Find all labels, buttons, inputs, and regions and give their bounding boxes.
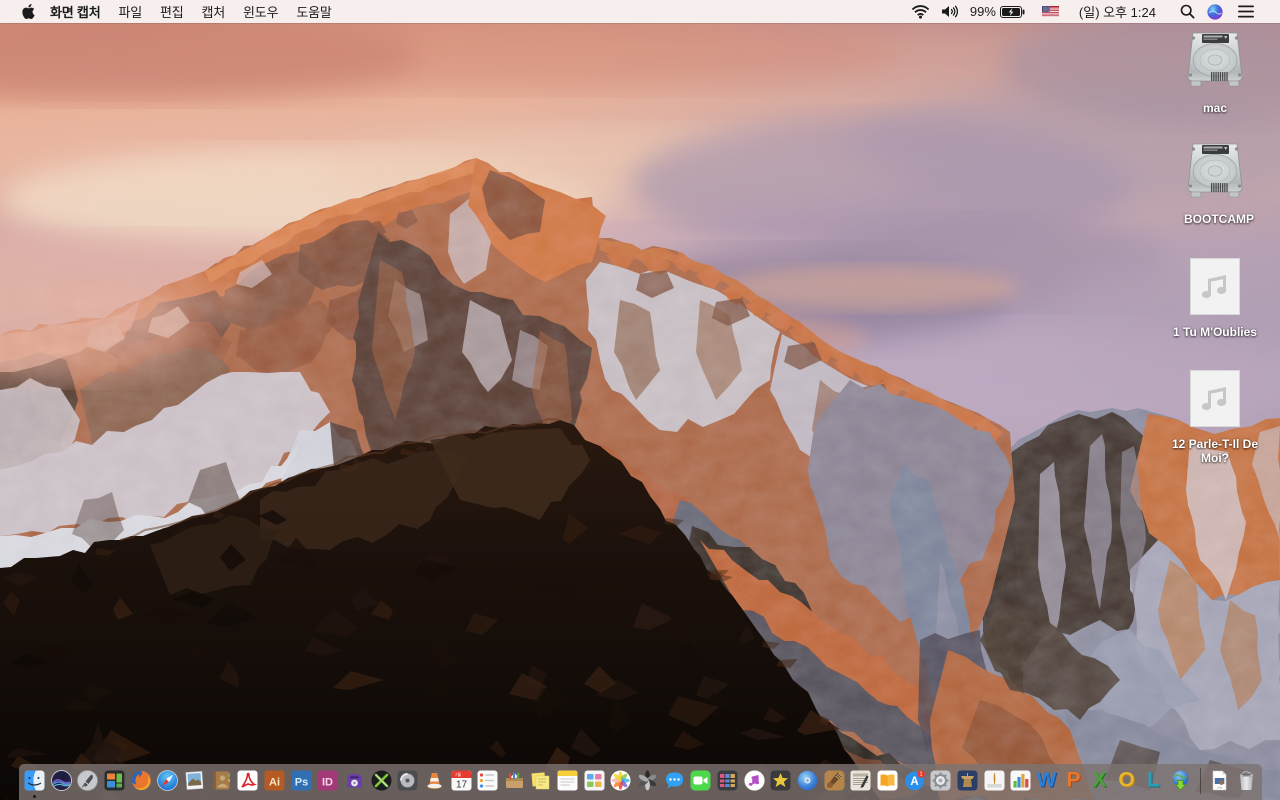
svg-text:ID: ID — [322, 776, 333, 788]
svg-text:7월: 7월 — [455, 771, 461, 777]
svg-text:P: P — [1066, 770, 1080, 791]
svg-text:1: 1 — [919, 771, 922, 777]
svg-text:17: 17 — [455, 779, 467, 790]
svg-text:Ai: Ai — [269, 776, 280, 788]
svg-text:Ps: Ps — [294, 776, 307, 788]
svg-text:L: L — [1147, 770, 1160, 791]
svg-text:m4a: m4a — [1216, 785, 1222, 789]
svg-text:X: X — [1093, 770, 1107, 791]
svg-text:A: A — [910, 776, 918, 788]
svg-text:O: O — [1118, 770, 1134, 791]
svg-text:W: W — [1037, 770, 1057, 791]
